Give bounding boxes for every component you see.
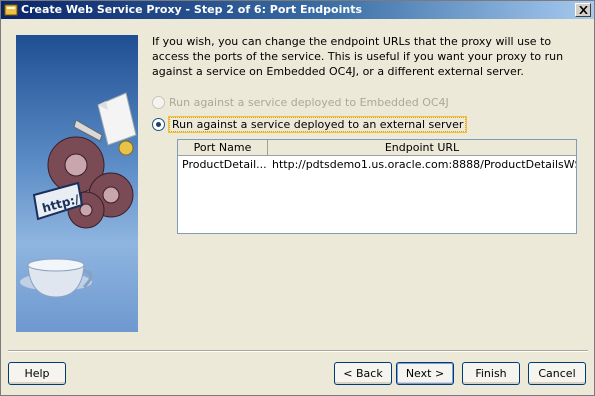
close-icon: [579, 6, 588, 14]
app-icon: [4, 4, 18, 16]
window-title: Create Web Service Proxy - Step 2 of 6: …: [21, 3, 362, 16]
radio-embedded-oc4j[interactable]: Run against a service deployed to Embedd…: [152, 94, 449, 110]
radio-button[interactable]: [152, 95, 165, 109]
column-header-port-name[interactable]: Port Name: [178, 140, 268, 155]
finish-button[interactable]: Finish: [462, 362, 520, 385]
back-button[interactable]: < Back: [334, 362, 392, 385]
intro-text: If you wish, you can change the endpoint…: [152, 35, 564, 78]
title-bar: Create Web Service Proxy - Step 2 of 6: …: [1, 1, 594, 19]
port-endpoints-table: Port Name Endpoint URL ProductDetail... …: [177, 139, 577, 234]
coffee-cup-icon: [20, 258, 93, 298]
close-button[interactable]: [575, 3, 591, 17]
dialog-window: Create Web Service Proxy - Step 2 of 6: …: [0, 0, 595, 396]
cell-port-name[interactable]: ProductDetail...: [178, 156, 268, 174]
document-icon: [97, 92, 137, 146]
cancel-button[interactable]: Cancel: [528, 362, 586, 385]
radio-label: Run against a service deployed to an ext…: [167, 115, 468, 133]
wizard-illustration: http://: [16, 35, 138, 332]
divider: [8, 350, 588, 352]
seal-icon: [118, 140, 134, 156]
radio-label: Run against a service deployed to Embedd…: [169, 95, 449, 109]
table-row[interactable]: ProductDetail... http://pdtsdemo1.us.ora…: [178, 156, 576, 174]
table-header: Port Name Endpoint URL: [178, 140, 576, 156]
radio-button[interactable]: [152, 117, 165, 131]
help-button[interactable]: Help: [8, 362, 66, 385]
column-header-endpoint-url[interactable]: Endpoint URL: [268, 140, 576, 155]
radio-external-server[interactable]: Run against a service deployed to an ext…: [152, 115, 468, 133]
cell-endpoint-url[interactable]: http://pdtsdemo1.us.oracle.com:8888/Prod…: [268, 156, 576, 174]
illustration-graphic: http://: [20, 92, 137, 298]
next-button[interactable]: Next >: [396, 362, 454, 385]
